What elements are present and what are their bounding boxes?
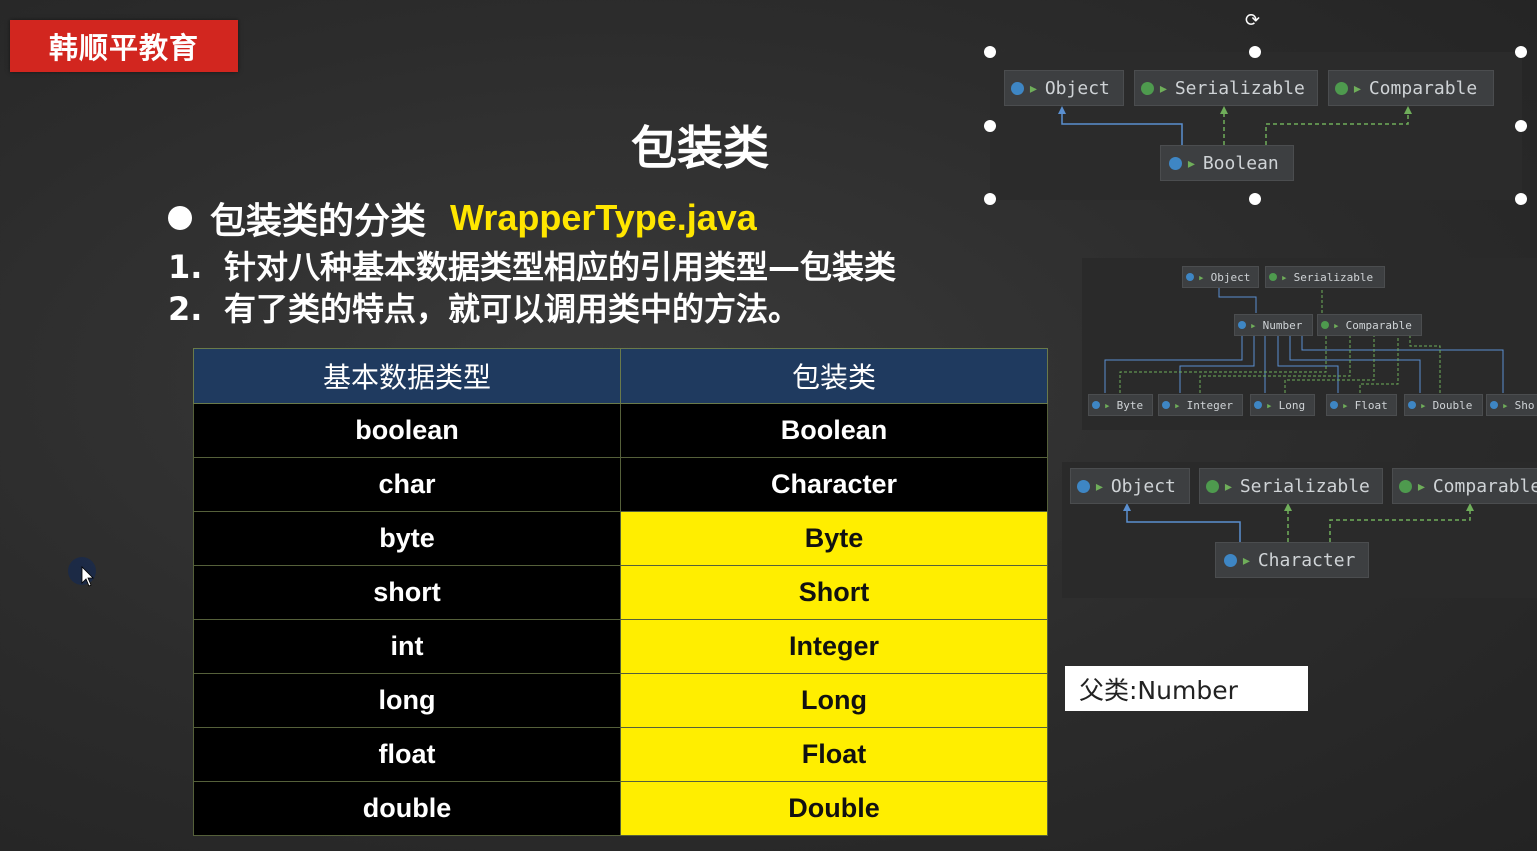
parent-class-note[interactable]: 父类:Number xyxy=(1065,666,1308,711)
visibility-icon: ▸ xyxy=(1094,475,1105,497)
mouse-pointer-icon xyxy=(68,557,96,587)
node-label: Object xyxy=(1110,475,1176,497)
character-diagram-edges xyxy=(1123,503,1474,542)
node-label: Comparable xyxy=(1432,475,1537,497)
comparable-node-char[interactable]: ▸ Comparable xyxy=(1392,468,1537,504)
interface-icon xyxy=(1399,479,1412,493)
object-node-char[interactable]: ▸ Object xyxy=(1070,468,1190,504)
visibility-icon: ▸ xyxy=(1241,549,1252,571)
visibility-icon: ▸ xyxy=(1223,475,1234,497)
node-label: Character xyxy=(1257,549,1356,571)
visibility-icon: ▸ xyxy=(1416,475,1427,497)
class-icon xyxy=(1077,479,1090,493)
class-icon xyxy=(1224,553,1237,567)
character-node[interactable]: ▸ Character xyxy=(1215,542,1369,578)
interface-icon xyxy=(1206,479,1219,493)
node-label: Serializable xyxy=(1239,475,1370,497)
serializable-node-char[interactable]: ▸ Serializable xyxy=(1199,468,1383,504)
